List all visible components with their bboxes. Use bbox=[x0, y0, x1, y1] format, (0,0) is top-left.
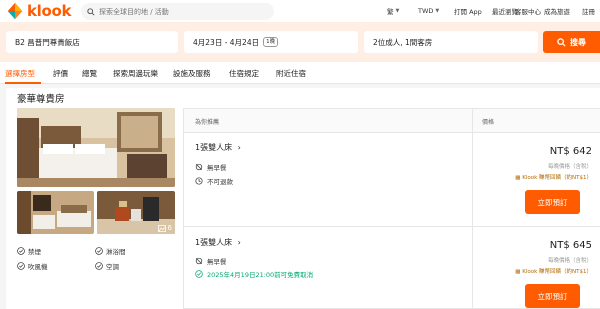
open-app-label: 打開 App bbox=[454, 8, 482, 16]
offer-1-meal: 無早餐 bbox=[195, 162, 227, 172]
amenity-label: 禁煙 bbox=[28, 248, 41, 256]
tab-policies[interactable]: 住宿規定 bbox=[229, 68, 259, 79]
offer-2-price: NT$ 645 bbox=[549, 240, 592, 251]
offer-1-price: NT$ 642 bbox=[549, 146, 592, 157]
search-icon bbox=[557, 37, 566, 47]
column-divider bbox=[472, 109, 473, 309]
row-divider bbox=[184, 226, 600, 227]
offer-2-coins: ▦ Klook 賺幣回饋（約NT$1） bbox=[515, 267, 592, 275]
top-bar: klook 繁▼ TWD▼ 打開 App 最近瀏覽 客服中心 成為旅遊 註冊 bbox=[0, 0, 600, 22]
check-circle-icon bbox=[17, 247, 25, 255]
amenity-hairdryer: 吹風機 bbox=[17, 261, 48, 271]
active-tab-underline bbox=[5, 82, 41, 84]
col-price: 價格 bbox=[482, 119, 495, 126]
help-center-link[interactable]: 客服中心 bbox=[515, 0, 541, 22]
become-partner-link[interactable]: 成為旅遊 bbox=[544, 0, 570, 22]
klook-logo[interactable]: klook bbox=[6, 2, 72, 20]
no-breakfast-icon bbox=[195, 163, 203, 171]
offer-1-refund-policy: 不可退款 bbox=[195, 176, 233, 186]
amenity-label: 空調 bbox=[106, 263, 119, 271]
meal-label: 無早餐 bbox=[207, 258, 227, 266]
offer-2-cancel-policy: 2025年4月19日21:00前可免費取消 bbox=[195, 269, 313, 279]
bed-type-label: 1張雙人床 bbox=[195, 238, 233, 247]
date-range-value: 4月23日 - 4月24日 bbox=[193, 37, 260, 47]
photo-count: 6 bbox=[157, 224, 172, 232]
amenity-label: 淋浴間 bbox=[106, 248, 126, 256]
chevron-down-icon: ▼ bbox=[435, 8, 440, 14]
room-photo-2[interactable] bbox=[17, 191, 94, 234]
room-photo-thumb bbox=[17, 191, 94, 234]
check-circle-icon bbox=[95, 247, 103, 255]
offer-2-bed-type[interactable]: 1張雙人床 › bbox=[195, 237, 241, 248]
destination-value: B2 昌普門尊貴飯店 bbox=[15, 37, 80, 47]
tab-facilities[interactable]: 設施及服務 bbox=[173, 68, 211, 79]
no-breakfast-icon bbox=[195, 257, 203, 265]
tab-select-room[interactable]: 選擇房型 bbox=[5, 68, 35, 79]
date-range-field[interactable]: 4月23日 - 4月24日 1晚 bbox=[184, 31, 358, 53]
hotel-search-bar: B2 昌普門尊貴飯店 4月23日 - 4月24日 1晚 2位成人, 1間客房 搜… bbox=[0, 22, 600, 62]
room-title: 豪華尊貴房 bbox=[17, 94, 65, 105]
tab-reviews[interactable]: 評價 bbox=[53, 68, 68, 79]
chevron-down-icon: ▼ bbox=[395, 8, 400, 14]
brand-name: klook bbox=[27, 2, 72, 20]
global-search-input[interactable] bbox=[99, 7, 259, 16]
guests-field[interactable]: 2位成人, 1間客房 bbox=[364, 31, 538, 53]
tab-overview[interactable]: 總覽 bbox=[82, 68, 97, 79]
room-photo-main[interactable] bbox=[17, 108, 175, 187]
currency-selector[interactable]: TWD ▼ bbox=[418, 0, 439, 22]
amenity-air-conditioning: 空調 bbox=[95, 261, 119, 271]
offer-1-bed-type[interactable]: 1張雙人床 › bbox=[195, 142, 241, 153]
tab-nearby-activities[interactable]: 探索周邊玩樂 bbox=[113, 68, 158, 79]
register-link[interactable]: 註冊 bbox=[582, 0, 595, 22]
check-circle-icon bbox=[95, 262, 103, 270]
meal-label: 無早餐 bbox=[207, 164, 227, 172]
offer-1-price-note: 每晚價格（含稅） bbox=[547, 164, 592, 170]
clock-icon bbox=[195, 177, 203, 185]
language-selector[interactable]: 繁 ▼ bbox=[387, 0, 399, 22]
guests-value: 2位成人, 1間客房 bbox=[373, 37, 433, 47]
coins-label: Klook 賺幣回饋（約NT$1） bbox=[522, 269, 592, 275]
currency-label: TWD bbox=[418, 7, 434, 15]
offer-1-coins: ▦ Klook 賺幣回饋（約NT$1） bbox=[515, 173, 592, 181]
amenity-shower: 淋浴間 bbox=[95, 246, 126, 256]
photo-count-label: 6 bbox=[167, 224, 172, 232]
language-label: 繁 bbox=[387, 8, 394, 16]
section-tabs: 選擇房型 評價 總覽 探索周邊玩樂 設施及服務 住宿規定 附近住宿 bbox=[0, 62, 600, 84]
tab-nearby-stays[interactable]: 附近住宿 bbox=[276, 68, 306, 79]
help-center-label: 客服中心 bbox=[515, 8, 541, 16]
nights-badge: 1晚 bbox=[263, 37, 279, 47]
room-photo-3[interactable]: 6 bbox=[97, 191, 175, 234]
chevron-right-icon: › bbox=[237, 238, 241, 247]
gallery-icon bbox=[157, 224, 166, 232]
open-app-link[interactable]: 打開 App bbox=[454, 0, 482, 22]
offers-table: 為你推薦 價格 1張雙人床 › 無早餐 不可退款 NT$ 642 每晚價格（含稅… bbox=[183, 108, 600, 309]
chevron-right-icon: › bbox=[237, 143, 241, 152]
coins-label: Klook 賺幣回饋（約NT$1） bbox=[522, 175, 592, 181]
check-circle-icon bbox=[17, 262, 25, 270]
table-header: 為你推薦 價格 bbox=[184, 109, 600, 133]
global-search[interactable] bbox=[81, 3, 274, 20]
offer-2-meal: 無早餐 bbox=[195, 256, 227, 266]
offer-1-book-button[interactable]: 立即預訂 bbox=[525, 190, 580, 214]
search-button[interactable]: 搜尋 bbox=[543, 31, 600, 53]
offer-2-price-note: 每晚價格（含稅） bbox=[547, 258, 592, 264]
bedroom-photo bbox=[17, 108, 175, 187]
register-label: 註冊 bbox=[582, 8, 595, 16]
become-partner-label: 成為旅遊 bbox=[544, 8, 570, 16]
amenity-label: 吹風機 bbox=[28, 263, 48, 271]
cancel-label: 2025年4月19日21:00前可免費取消 bbox=[207, 271, 314, 279]
search-icon bbox=[87, 7, 95, 16]
amenity-no-smoking: 禁煙 bbox=[17, 246, 41, 256]
col-recommend: 為你推薦 bbox=[195, 119, 220, 126]
check-circle-icon bbox=[195, 270, 203, 278]
refund-label: 不可退款 bbox=[207, 178, 233, 186]
klook-logo-icon bbox=[7, 2, 23, 20]
search-button-label: 搜尋 bbox=[570, 37, 586, 47]
offer-2-book-button[interactable]: 立即預訂 bbox=[525, 284, 580, 308]
bed-type-label: 1張雙人床 bbox=[195, 143, 233, 152]
destination-field[interactable]: B2 昌普門尊貴飯店 bbox=[6, 31, 178, 53]
